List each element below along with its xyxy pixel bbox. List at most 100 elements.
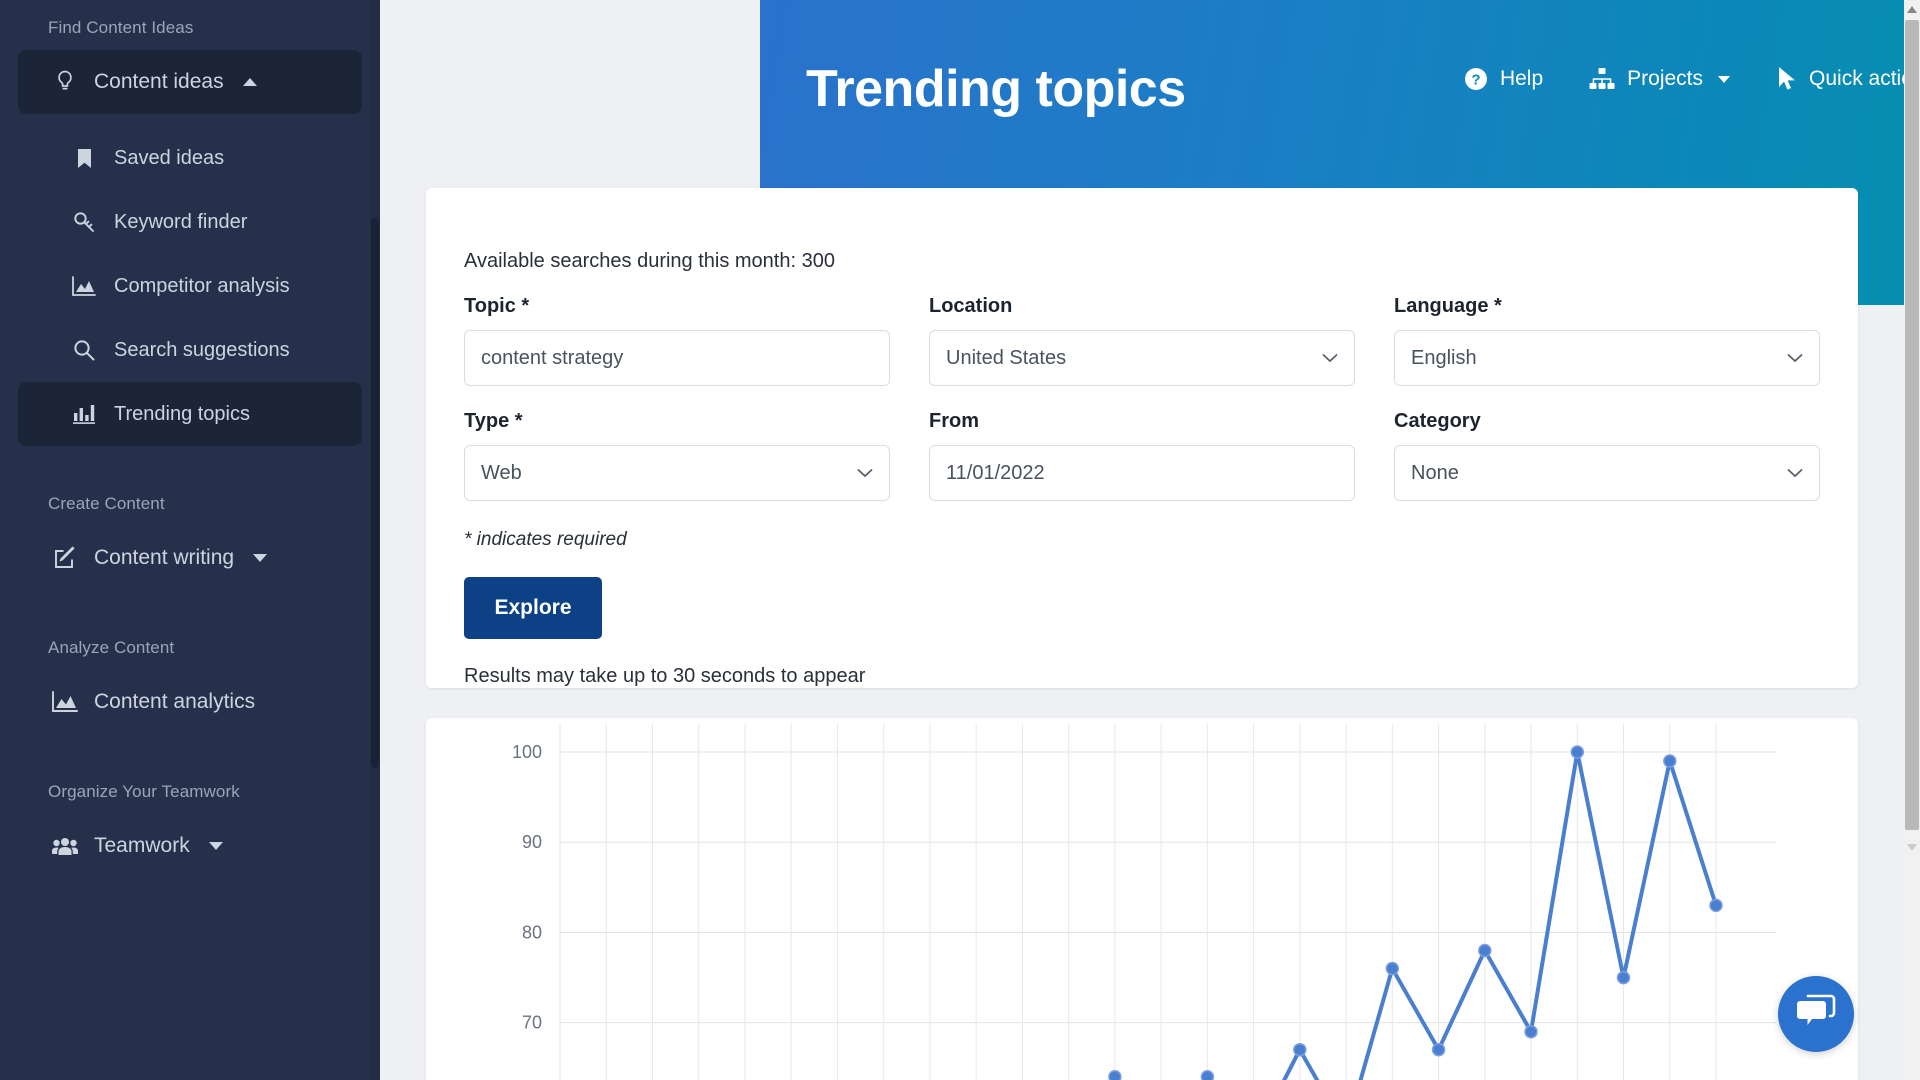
search-icon [70, 339, 98, 361]
header-nav: ? Help Projects Quick acti [1418, 50, 1920, 108]
location-field-group: Location United States [929, 295, 1355, 386]
svg-text:?: ? [1471, 72, 1480, 89]
question-circle-icon: ? [1464, 67, 1488, 91]
pencil-square-icon [50, 546, 80, 570]
grid-gap [890, 295, 929, 410]
page-title: Trending topics [806, 60, 1186, 118]
people-icon [50, 836, 80, 856]
svg-text:100: 100 [512, 742, 542, 762]
chevron-down-icon [208, 841, 224, 851]
grid-gap [1355, 410, 1394, 525]
type-field-group: Type * Web [464, 410, 890, 501]
from-label: From [929, 410, 979, 432]
chevron-down-icon [1717, 75, 1731, 84]
category-label: Category [1394, 410, 1481, 432]
page-scrollbar[interactable] [1904, 0, 1920, 1080]
sidebar-item-label: Saved ideas [114, 146, 225, 169]
area-chart-icon [50, 691, 80, 713]
sidebar-item-label: Content ideas [94, 70, 224, 93]
topic-field-group: Topic * content strategy [464, 295, 890, 386]
sidebar-item-trending-topics[interactable]: Trending topics [18, 382, 362, 446]
topic-value: content strategy [481, 346, 624, 369]
language-field-group: Language * English [1394, 295, 1820, 386]
sidebar-item-search-suggestions[interactable]: Search suggestions [18, 318, 362, 382]
triangle-down-icon[interactable] [1904, 838, 1920, 856]
language-select[interactable]: English [1394, 330, 1820, 386]
topic-input[interactable]: content strategy [464, 330, 890, 386]
sidebar-item-label: Content analytics [94, 690, 256, 713]
sidebar-item-label: Trending topics [114, 402, 250, 425]
sidebar-item-label: Teamwork [94, 834, 190, 857]
help-button[interactable]: ? Help [1464, 67, 1543, 91]
category-select[interactable]: None [1394, 445, 1820, 501]
sidebar-item-label: Keyword finder [114, 210, 248, 233]
category-value: None [1411, 461, 1459, 484]
grid-gap [890, 410, 929, 525]
quick-actions-menu[interactable]: Quick actions [1777, 66, 1920, 92]
chevron-down-icon [1322, 353, 1338, 363]
triangle-up-icon[interactable] [1904, 0, 1920, 18]
sidebar-item-teamwork[interactable]: Teamwork [18, 814, 362, 878]
sidebar-item-saved-ideas[interactable]: Saved ideas [18, 126, 362, 190]
lightbulb-icon [50, 70, 80, 94]
chevron-down-icon [1787, 468, 1803, 478]
wait-note: Results may take up to 30 seconds to app… [464, 665, 866, 687]
sidebar-section-title-organize-your-teamwork: Organize Your Teamwork [48, 782, 240, 801]
sidebar-scrollbar-thumb[interactable] [371, 218, 379, 768]
required-note: * indicates required [464, 529, 627, 550]
chevron-down-icon [1787, 353, 1803, 363]
sidebar-item-competitor-analysis[interactable]: Competitor analysis [18, 254, 362, 318]
topic-label: Topic * [464, 295, 530, 317]
from-field-group: From 11/01/2022 [929, 410, 1355, 501]
location-select[interactable]: United States [929, 330, 1355, 386]
page-scrollbar-thumb[interactable] [1905, 20, 1919, 830]
sidebar: Find Content Ideas Content ideas Saved i… [0, 0, 380, 1080]
projects-menu[interactable]: Projects [1589, 67, 1731, 91]
sidebar-item-label: Competitor analysis [114, 274, 290, 297]
sidebar-scrollbar-track[interactable] [370, 0, 380, 1080]
sidebar-item-keyword-finder[interactable]: Keyword finder [18, 190, 362, 254]
category-field-group: Category None [1394, 410, 1820, 501]
area-chart-icon [70, 276, 98, 296]
bookmark-icon [70, 148, 98, 169]
main-content: Trending topics ? Help Projects Quick ac… [380, 0, 1920, 1080]
sidebar-item-content-ideas[interactable]: Content ideas [18, 50, 362, 114]
sidebar-item-label: Search suggestions [114, 338, 290, 361]
sidebar-item-content-writing[interactable]: Content writing [18, 526, 362, 590]
chat-bubble-icon [1795, 993, 1837, 1036]
chevron-down-icon [857, 468, 873, 478]
location-value: United States [946, 346, 1067, 369]
svg-text:90: 90 [522, 832, 542, 852]
sidebar-item-label: Content writing [94, 546, 235, 569]
trend-chart-card: 70 80 90 100 [426, 718, 1858, 1080]
svg-text:70: 70 [522, 1013, 542, 1033]
chat-widget-button[interactable] [1778, 976, 1854, 1052]
type-value: Web [481, 461, 522, 484]
svg-text:80: 80 [522, 922, 542, 942]
trend-chart: 70 80 90 100 [426, 718, 1858, 1080]
bar-chart-icon [70, 404, 98, 424]
language-value: English [1411, 346, 1477, 369]
key-icon [70, 211, 98, 233]
cursor-arrow-icon [1777, 66, 1797, 92]
location-label: Location [929, 295, 1013, 317]
chevron-down-icon [252, 553, 268, 563]
projects-label: Projects [1627, 67, 1704, 90]
help-label: Help [1499, 67, 1544, 90]
from-date-input[interactable]: 11/01/2022 [929, 445, 1355, 501]
language-label: Language * [1394, 295, 1502, 317]
search-form-grid: Topic * content strategy Location United… [426, 295, 1858, 525]
search-form-card: Available searches during this month: 30… [426, 188, 1858, 688]
sidebar-section-title-create-content: Create Content [48, 494, 165, 513]
sidebar-section-title-analyze-content: Analyze Content [48, 638, 175, 657]
from-value: 11/01/2022 [946, 461, 1045, 484]
chevron-up-icon [242, 77, 258, 87]
sidebar-section-title-find-content-ideas: Find Content Ideas [48, 18, 194, 37]
sidebar-item-content-analytics[interactable]: Content analytics [18, 670, 362, 734]
type-select[interactable]: Web [464, 445, 890, 501]
app-root: Find Content Ideas Content ideas Saved i… [0, 0, 1920, 1080]
explore-button[interactable]: Explore [464, 577, 602, 639]
type-label: Type * [464, 410, 523, 432]
trend-chart-svg[interactable]: 70 80 90 100 [426, 718, 1858, 1080]
grid-gap [1355, 295, 1394, 410]
